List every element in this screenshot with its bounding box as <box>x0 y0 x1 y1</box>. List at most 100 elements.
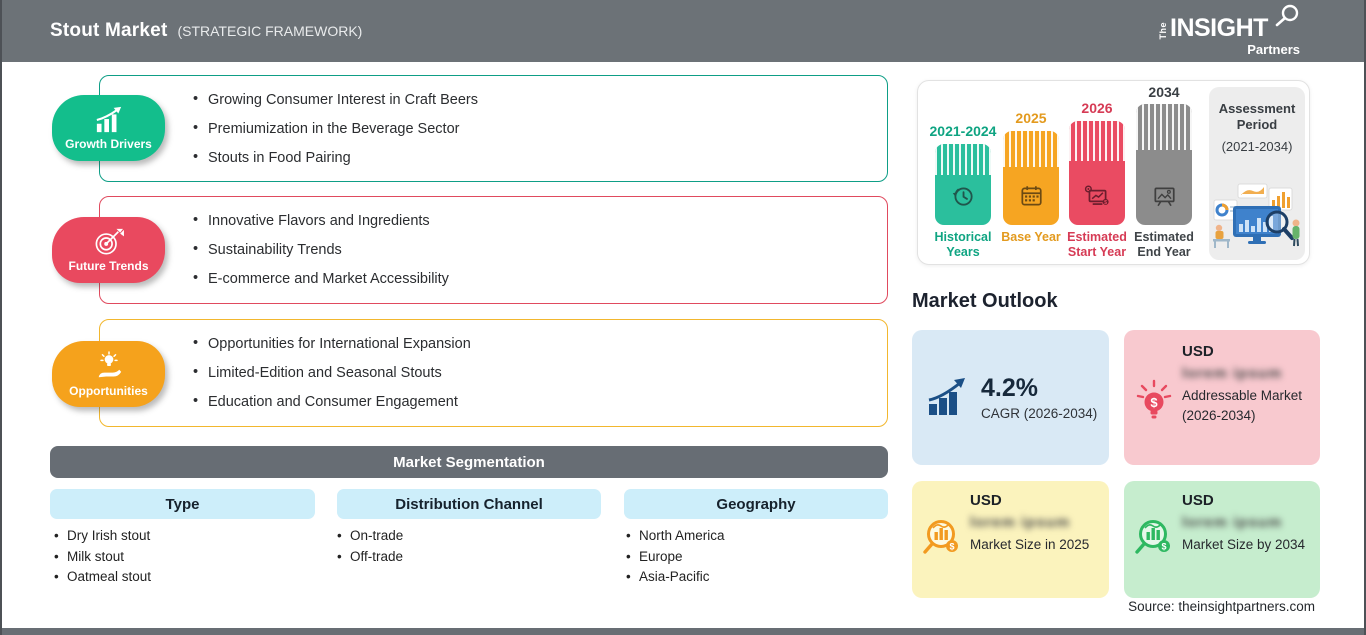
monitor-analytics-icon: $ <box>1084 185 1109 206</box>
svg-text:$: $ <box>1150 395 1158 410</box>
timeline-bar-label: Base Year <box>1001 230 1061 244</box>
card-text: USD lorem ipsum Market Size by 2034 <box>1182 492 1308 555</box>
calendar-icon <box>1021 186 1042 206</box>
growth-drivers-box: Growing Consumer Interest in Craft Beers… <box>99 75 888 182</box>
market-size-2034-card: $ USD lorem ipsum Market Size by 2034 <box>1124 481 1320 598</box>
timeline-year: 2026 <box>1081 100 1113 116</box>
base-year-bar <box>1003 131 1059 225</box>
estimated-start-year-bar: $ <box>1069 121 1125 225</box>
redacted-value: lorem ipsum <box>970 514 1071 531</box>
badge-label: Growth Drivers <box>65 136 152 151</box>
cagr-value: 4.2% <box>981 374 1038 402</box>
card-text: USD lorem ipsum Market Size in 2025 <box>970 492 1096 555</box>
geography-list: North America Europe Asia-Pacific <box>626 526 725 588</box>
timeline-bars: 2021-2024 2025 2026 2034 $ Historical Ye… <box>930 84 1204 261</box>
opportunities-badge: Opportunities <box>52 341 165 407</box>
assessment-period-panel: Assessment Period (2021-2034) <box>1209 87 1305 260</box>
estimated-end-year-bar <box>1136 104 1192 225</box>
svg-text:$: $ <box>1104 200 1107 206</box>
historical-years-bar <box>935 144 991 225</box>
list-item: Limited-Edition and Seasonal Stouts <box>193 364 887 381</box>
list-item: Milk stout <box>54 547 151 568</box>
source-attribution: Source: theinsightpartners.com <box>1128 599 1315 614</box>
timeline-bar-label: Estimated End Year <box>1134 230 1194 259</box>
assessment-period-title: Assessment Period <box>1219 101 1296 134</box>
brand-logo: The INSIGHT Partners <box>1158 4 1300 57</box>
list-item: Dry Irish stout <box>54 526 151 547</box>
header-bar: Stout Market (STRATEGIC FRAMEWORK) The IN… <box>2 0 1364 62</box>
growth-drivers-list: Growing Consumer Interest in Craft Beers… <box>100 76 887 181</box>
segmentation-title: Market Segmentation <box>393 453 545 471</box>
type-list: Dry Irish stout Milk stout Oatmeal stout <box>54 526 151 588</box>
page-subtitle: (STRATEGIC FRAMEWORK) <box>177 23 363 39</box>
assessment-timeline-panel: 2021-2024 2025 2026 2034 $ Historical Ye… <box>917 80 1310 265</box>
svg-text:$: $ <box>949 542 954 552</box>
card-label: Market Size in 2025 <box>970 537 1090 552</box>
column-header-label: Geography <box>716 495 796 513</box>
opportunities-box: Opportunities for International Expansio… <box>99 319 888 427</box>
bar-stripes <box>1003 131 1059 167</box>
segment-header-type: Type <box>50 489 315 519</box>
list-item: Growing Consumer Interest in Craft Beers <box>193 91 887 108</box>
analytics-illustration <box>1213 183 1300 248</box>
currency-label: USD <box>1182 492 1214 509</box>
future-trends-badge: Future Trends <box>52 217 165 283</box>
list-item: Off-trade <box>337 547 403 568</box>
market-size-2025-card: $ USD lorem ipsum Market Size in 2025 <box>912 481 1109 598</box>
market-segmentation-bar: Market Segmentation <box>50 446 888 478</box>
list-item: Asia-Pacific <box>626 567 725 588</box>
card-label: Addressable Market (2026-2034) <box>1182 388 1303 423</box>
list-item: Innovative Flavors and Ingredients <box>193 212 887 229</box>
growth-drivers-badge: Growth Drivers <box>52 95 165 161</box>
cagr-card: 4.2% CAGR (2026-2034) <box>912 330 1109 465</box>
timeline-bar-label: Estimated Start Year <box>1067 230 1127 259</box>
timeline-year: 2034 <box>1148 84 1180 100</box>
column-header-label: Type <box>165 495 200 513</box>
redacted-value: lorem ipsum <box>1182 365 1283 382</box>
infographic-page: Stout Market (STRATEGIC FRAMEWORK) The IN… <box>0 0 1366 635</box>
addressable-market-card: $ USD lorem ipsum Addressable Market (20… <box>1124 330 1320 465</box>
list-item: North America <box>626 526 725 547</box>
cagr-text: 4.2% CAGR (2026-2034) <box>981 374 1097 421</box>
segment-header-distribution-channel: Distribution Channel <box>337 489 601 519</box>
magnifier-chart-green-icon: $ <box>1135 520 1170 554</box>
card-label: Market Size by 2034 <box>1182 537 1306 552</box>
history-clock-icon <box>952 187 973 206</box>
assessment-title-line1: Assessment <box>1218 101 1296 116</box>
list-item: E-commerce and Market Accessibility <box>193 270 887 287</box>
lightbulb-dollar-icon: $ <box>1136 379 1172 419</box>
title-wrap: Stout Market (STRATEGIC FRAMEWORK) <box>50 20 362 42</box>
magnifier-icon <box>1275 4 1299 27</box>
logo-partners-text: Partners <box>1247 42 1300 57</box>
bar-stripes <box>1136 104 1192 150</box>
timeline-bar-label: Historical Years <box>934 230 992 259</box>
assessment-period-range: (2021-2034) <box>1221 138 1293 154</box>
distribution-channel-list: On-trade Off-trade <box>337 526 403 567</box>
cagr-label: CAGR (2026-2034) <box>981 406 1098 421</box>
badge-label: Future Trends <box>68 258 149 273</box>
bar-chart-arrow-icon <box>928 377 965 415</box>
list-item: Europe <box>626 547 725 568</box>
logo-insight-text: INSIGHT <box>1170 14 1268 42</box>
currency-label: USD <box>1182 343 1214 360</box>
list-item: Sustainability Trends <box>193 241 887 258</box>
magnifier-chart-orange-icon: $ <box>923 520 958 554</box>
presentation-board-icon <box>1154 187 1175 207</box>
future-trends-box: Innovative Flavors and Ingredients Susta… <box>99 196 888 304</box>
column-header-label: Distribution Channel <box>395 495 543 513</box>
segment-header-geography: Geography <box>624 489 888 519</box>
list-item: Opportunities for International Expansio… <box>193 335 887 352</box>
hand-lightbulb-icon <box>98 350 121 377</box>
card-text: USD lorem ipsum Addressable Market (2026… <box>1182 343 1308 425</box>
list-item: Education and Consumer Engagement <box>193 393 887 410</box>
list-item: Premiumization in the Beverage Sector <box>193 120 887 137</box>
bar-stripes <box>1069 121 1125 161</box>
list-item: On-trade <box>337 526 403 547</box>
opportunities-list: Opportunities for International Expansio… <box>100 320 887 426</box>
future-trends-list: Innovative Flavors and Ingredients Susta… <box>100 197 887 303</box>
logo-the-text: The <box>1158 22 1168 40</box>
market-outlook-title: Market Outlook <box>912 290 1058 312</box>
target-dart-icon <box>95 228 124 255</box>
list-item: Oatmeal stout <box>54 567 151 588</box>
badge-label: Opportunities <box>69 383 148 398</box>
